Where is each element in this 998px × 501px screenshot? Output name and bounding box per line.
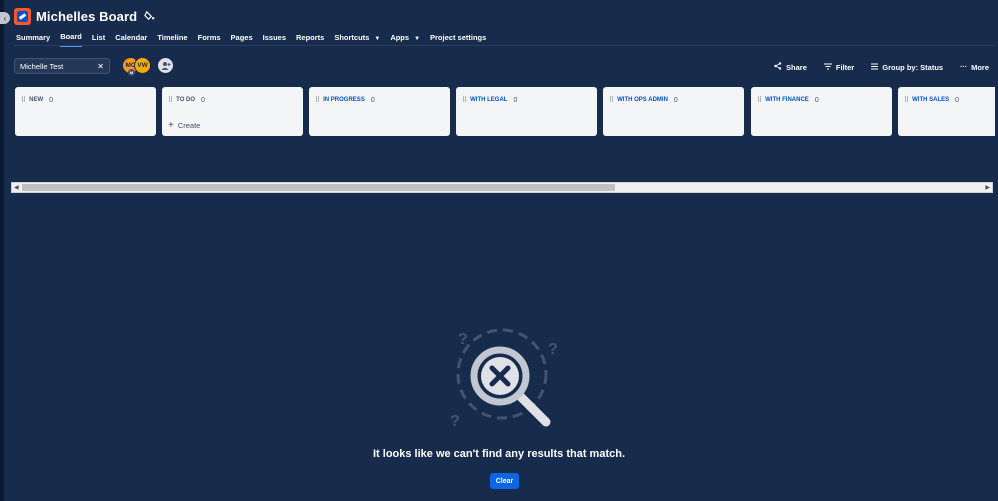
group-by-button[interactable]: Group by: Status (871, 63, 943, 72)
column-count: 0 (673, 96, 678, 104)
board-column: ⠿ WITH FINANCE 0 (751, 87, 892, 136)
board-column: ⠿ WITH LEGAL 0 (456, 87, 597, 136)
create-issue-button[interactable]: + Create (168, 120, 200, 131)
board-column: ⠿ TO DO 0 + Create (162, 87, 303, 136)
column-name: WITH SALES (912, 97, 950, 103)
drag-handle-icon[interactable]: ⠿ (168, 96, 173, 104)
board-toolbar: Share Filter Group by: Status ··· More (757, 62, 989, 72)
clear-search-icon[interactable]: ✕ (97, 62, 104, 71)
filter-label: Filter (835, 62, 855, 72)
search-input[interactable] (20, 61, 94, 71)
board-column: ⠿ IN PROGRESS 0 (309, 87, 450, 136)
column-header[interactable]: ⠿ IN PROGRESS 0 (315, 96, 375, 105)
avatar[interactable]: VW (134, 57, 151, 74)
column-name: TO DO (176, 97, 196, 103)
board-column: ⠿ WITH SALES 0 (898, 87, 995, 136)
drag-handle-icon[interactable]: ⠿ (609, 96, 614, 104)
paint-bucket-icon[interactable] (144, 10, 155, 24)
empty-state-message: It looks like we can't find any results … (372, 448, 625, 460)
more-label: More (971, 62, 989, 72)
column-name: WITH FINANCE (765, 97, 809, 103)
scroll-right-icon[interactable]: ▶ (985, 184, 990, 191)
tab-shortcuts-label: Shortcuts (334, 33, 370, 42)
column-header[interactable]: ⠿ WITH FINANCE 0 (757, 96, 819, 105)
column-header[interactable]: ⠿ WITH OPS ADMIN 0 (609, 96, 678, 105)
column-name: NEW (29, 97, 44, 103)
drag-handle-icon[interactable]: ⠿ (21, 96, 26, 104)
create-label: Create (177, 121, 201, 130)
column-header[interactable]: ⠿ NEW 0 (21, 96, 54, 105)
left-rail (0, 0, 4, 501)
filter-button[interactable]: Filter (823, 62, 855, 72)
sidebar-toggle-icon[interactable]: ‹ (0, 12, 10, 24)
drag-handle-icon[interactable]: ⠿ (904, 96, 909, 104)
column-name: WITH LEGAL (470, 97, 508, 103)
column-count: 0 (370, 96, 375, 104)
column-name: WITH OPS ADMIN (617, 97, 668, 103)
column-header[interactable]: ⠿ WITH LEGAL 0 (462, 96, 518, 105)
magnifier-x-icon: ? ? ? (450, 328, 558, 430)
project-logo-icon (14, 8, 31, 25)
column-header[interactable]: ⠿ WITH SALES 0 (904, 96, 960, 105)
column-count: 0 (814, 96, 819, 104)
avatar-initials: VW (137, 62, 148, 69)
drag-handle-icon[interactable]: ⠿ (757, 96, 762, 104)
avatar-group: MC M VW (122, 57, 174, 76)
chevron-down-icon: ▼ (414, 36, 421, 42)
column-count: 0 (201, 96, 205, 104)
column-count: 0 (49, 96, 54, 104)
scrollbar-thumb[interactable] (22, 184, 615, 191)
group-by-label: Group by: Status (882, 62, 944, 72)
share-button[interactable]: Share (774, 62, 807, 72)
board-column: ⠿ NEW 0 (15, 87, 156, 136)
svg-text:?: ? (450, 413, 460, 430)
column-count: 0 (513, 96, 518, 104)
svg-text:?: ? (548, 341, 558, 358)
board-header: Michelles Board (14, 8, 155, 25)
tabs-divider (14, 45, 994, 46)
share-label: Share (786, 62, 807, 72)
filter-icon (823, 63, 832, 72)
board-column: ⠿ WITH OPS ADMIN 0 (603, 87, 744, 136)
scroll-left-icon[interactable]: ◀ (14, 184, 19, 191)
share-icon (774, 62, 782, 72)
avatar-badge: M (128, 69, 135, 76)
page-title: Michelles Board (36, 9, 138, 24)
column-header[interactable]: ⠿ TO DO 0 (168, 96, 205, 105)
ellipsis-icon: ··· (960, 63, 968, 71)
tab-apps-label: Apps (390, 33, 410, 42)
column-name: IN PROGRESS (323, 97, 365, 103)
group-icon (871, 63, 879, 72)
horizontal-scrollbar[interactable]: ◀ ▶ (11, 182, 993, 193)
board-columns: ⠿ NEW 0 ⠿ TO DO 0 + Create ⠿ IN PROGRESS… (15, 87, 995, 136)
clear-filters-button[interactable]: Clear (490, 473, 519, 489)
column-count: 0 (955, 96, 960, 104)
drag-handle-icon[interactable]: ⠿ (462, 96, 467, 104)
drag-handle-icon[interactable]: ⠿ (315, 96, 320, 104)
svg-text:?: ? (458, 331, 468, 348)
search-box: ✕ (14, 58, 110, 74)
add-people-icon[interactable] (157, 57, 174, 74)
chevron-down-icon: ▼ (374, 36, 381, 42)
plus-icon: + (168, 120, 174, 131)
more-button[interactable]: ··· More (960, 63, 989, 72)
